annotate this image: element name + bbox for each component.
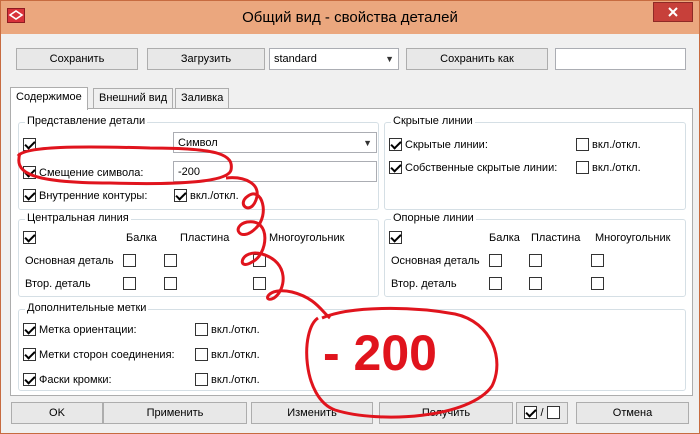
edge-chamfers-label: Фаски кромки: bbox=[39, 374, 112, 386]
window-title: Общий вид - свойства деталей bbox=[242, 9, 458, 26]
title-bar: Общий вид - свойства деталей bbox=[1, 1, 699, 34]
representation-group-title: Представление детали bbox=[25, 115, 148, 127]
toggle-separator: / bbox=[540, 407, 544, 419]
offset-label: Смещение символа: bbox=[39, 167, 144, 179]
ref-main-plate-checkbox[interactable] bbox=[529, 254, 542, 267]
toggle-all-button[interactable]: / bbox=[516, 402, 568, 424]
ref-lines-group-title: Опорные линии bbox=[391, 212, 476, 224]
connection-sides-onoff-label: вкл./откл. bbox=[211, 349, 260, 361]
ref-main-polygon-checkbox[interactable] bbox=[591, 254, 604, 267]
center-line-col-beam: Балка bbox=[126, 232, 157, 244]
orientation-mark-onoff-label: вкл./откл. bbox=[211, 324, 260, 336]
center-line-row-secondary: Втор. деталь bbox=[25, 278, 91, 290]
close-icon bbox=[668, 7, 678, 17]
edge-chamfers-checkbox[interactable] bbox=[23, 373, 36, 386]
annotation-label: - 200 bbox=[323, 325, 437, 381]
connection-sides-label: Метки сторон соединения: bbox=[39, 349, 175, 361]
connection-sides-onoff-checkbox[interactable] bbox=[195, 348, 208, 361]
chevron-down-icon: ▼ bbox=[363, 138, 372, 148]
inner-contours-onoff-label: вкл./откл. bbox=[190, 190, 239, 202]
center-line-checkbox[interactable] bbox=[23, 231, 36, 244]
center-main-plate-checkbox[interactable] bbox=[164, 254, 177, 267]
own-hidden-lines-onoff-checkbox[interactable] bbox=[576, 161, 589, 174]
inner-contours-checkbox[interactable] bbox=[23, 189, 36, 202]
inner-contours-label: Внутренние контуры: bbox=[39, 190, 148, 202]
hidden-lines-label: Скрытые линии: bbox=[405, 139, 488, 151]
close-button[interactable] bbox=[653, 2, 693, 22]
tab-appearance[interactable]: Внешний вид bbox=[93, 88, 174, 109]
ref-lines-col-plate: Пластина bbox=[531, 232, 581, 244]
apply-button[interactable]: Применить bbox=[103, 402, 247, 424]
preset-select[interactable]: standard ▼ bbox=[269, 48, 399, 70]
center-line-col-plate: Пластина bbox=[180, 232, 230, 244]
center-sec-plate-checkbox[interactable] bbox=[164, 277, 177, 290]
cancel-button[interactable]: Отмена bbox=[576, 402, 689, 424]
offset-input[interactable]: -200 bbox=[173, 161, 377, 182]
ref-sec-plate-checkbox[interactable] bbox=[529, 277, 542, 290]
orientation-mark-label: Метка ориентации: bbox=[39, 324, 137, 336]
center-sec-polygon-checkbox[interactable] bbox=[253, 277, 266, 290]
hidden-lines-group-title: Скрытые линии bbox=[391, 115, 475, 127]
modify-button[interactable]: Изменить bbox=[251, 402, 373, 424]
hidden-lines-onoff-checkbox[interactable] bbox=[576, 138, 589, 151]
tab-content[interactable]: Содержимое bbox=[10, 87, 88, 110]
tab-fill[interactable]: Заливка bbox=[175, 88, 230, 109]
center-line-group: Центральная линия Балка Пластина Многоуг… bbox=[18, 212, 379, 297]
symbol-select-value: Символ bbox=[178, 137, 218, 149]
orientation-mark-onoff-checkbox[interactable] bbox=[195, 323, 208, 336]
offset-checkbox[interactable] bbox=[23, 166, 36, 179]
ref-main-beam-checkbox[interactable] bbox=[489, 254, 502, 267]
edge-chamfers-onoff-label: вкл./откл. bbox=[211, 374, 260, 386]
ref-lines-col-beam: Балка bbox=[489, 232, 520, 244]
inner-contours-onoff-checkbox[interactable] bbox=[174, 189, 187, 202]
ref-lines-row-secondary: Втор. деталь bbox=[391, 278, 457, 290]
ref-sec-beam-checkbox[interactable] bbox=[489, 277, 502, 290]
ok-button[interactable]: OK bbox=[11, 402, 103, 424]
orientation-mark-checkbox[interactable] bbox=[23, 323, 36, 336]
save-button[interactable]: Сохранить bbox=[16, 48, 138, 70]
center-line-col-polygon: Многоугольник bbox=[269, 232, 345, 244]
hidden-lines-group: Скрытые линии Скрытые линии: вкл./откл. … bbox=[384, 115, 686, 210]
representation-group: Представление детали Символ ▼ Смещение с… bbox=[18, 115, 379, 210]
center-sec-beam-checkbox[interactable] bbox=[123, 277, 136, 290]
representation-checkbox[interactable] bbox=[23, 138, 36, 151]
center-line-row-main: Основная деталь bbox=[25, 255, 114, 267]
own-hidden-lines-onoff-label: вкл./откл. bbox=[592, 162, 641, 174]
edge-chamfers-onoff-checkbox[interactable] bbox=[195, 373, 208, 386]
connection-sides-checkbox[interactable] bbox=[23, 348, 36, 361]
save-as-button[interactable]: Сохранить как bbox=[406, 48, 548, 70]
uncheck-all-icon bbox=[546, 405, 560, 419]
own-hidden-lines-label: Собственные скрытые линии: bbox=[405, 162, 558, 174]
center-line-group-title: Центральная линия bbox=[25, 212, 131, 224]
symbol-select[interactable]: Символ ▼ bbox=[173, 132, 377, 153]
ref-lines-row-main: Основная деталь bbox=[391, 255, 480, 267]
hidden-lines-onoff-label: вкл./откл. bbox=[592, 139, 641, 151]
ref-lines-col-polygon: Многоугольник bbox=[595, 232, 671, 244]
check-all-icon bbox=[524, 405, 538, 419]
center-main-polygon-checkbox[interactable] bbox=[253, 254, 266, 267]
ref-lines-group: Опорные линии Балка Пластина Многоугольн… bbox=[384, 212, 686, 297]
get-button[interactable]: Получить bbox=[379, 402, 513, 424]
hidden-lines-checkbox[interactable] bbox=[389, 138, 402, 151]
save-as-name-input[interactable] bbox=[555, 48, 686, 70]
ref-lines-checkbox[interactable] bbox=[389, 231, 402, 244]
chevron-down-icon: ▼ bbox=[385, 54, 394, 64]
ref-sec-polygon-checkbox[interactable] bbox=[591, 277, 604, 290]
load-button[interactable]: Загрузить bbox=[147, 48, 265, 70]
preset-value: standard bbox=[274, 53, 317, 65]
own-hidden-lines-checkbox[interactable] bbox=[389, 161, 402, 174]
extra-marks-group-title: Дополнительные метки bbox=[25, 302, 149, 314]
center-main-beam-checkbox[interactable] bbox=[123, 254, 136, 267]
